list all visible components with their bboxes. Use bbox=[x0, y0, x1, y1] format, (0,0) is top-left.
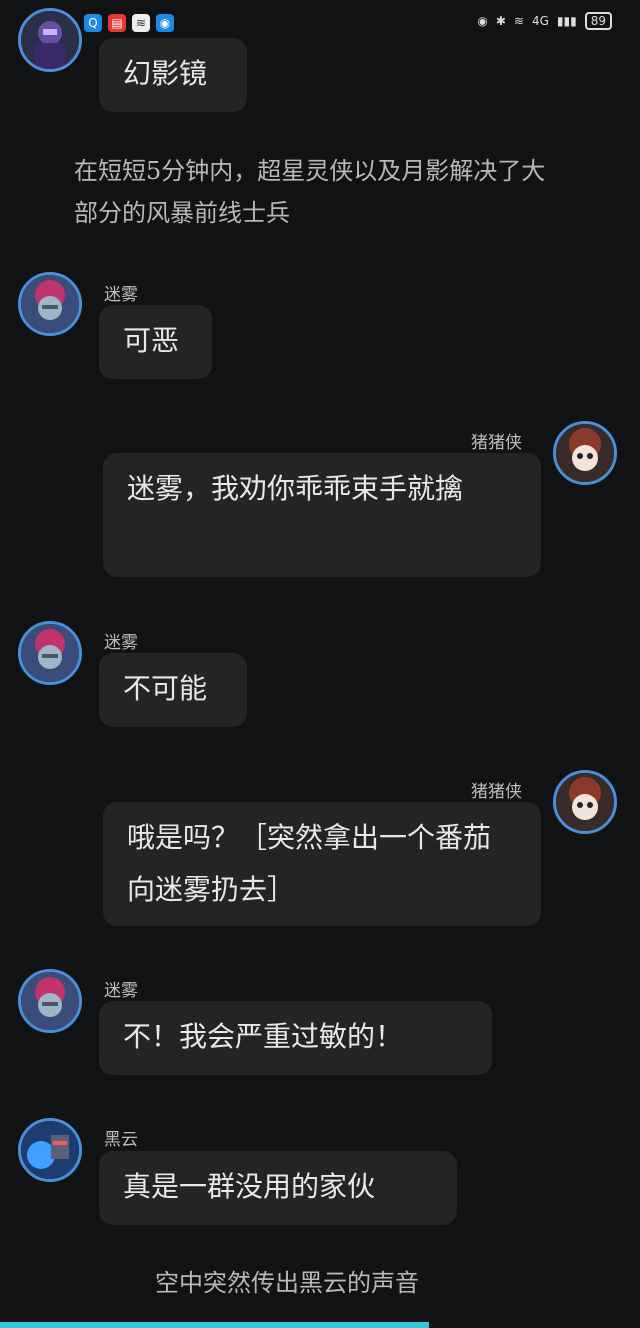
narration-text: 空中突然传出黑云的声音 bbox=[155, 1269, 419, 1297]
message-bubble: 幻影镜 bbox=[99, 38, 247, 112]
message-bubble: 迷雾，我劝你乖乖束手就擒 bbox=[103, 453, 541, 577]
avatar[interactable] bbox=[18, 8, 82, 72]
bulb-app-icon: ◉ bbox=[156, 14, 174, 32]
sender-name: 黑云 bbox=[104, 1130, 138, 1150]
message-bubble: 不可能 bbox=[99, 653, 247, 727]
avatar[interactable] bbox=[18, 969, 82, 1033]
avatar[interactable] bbox=[18, 621, 82, 685]
wifi-icon: ≋ bbox=[513, 14, 524, 28]
avatar[interactable] bbox=[553, 421, 617, 485]
bluetooth-icon: ✱ bbox=[495, 14, 506, 28]
network-type: 4G bbox=[531, 14, 549, 28]
avatar[interactable] bbox=[18, 272, 82, 336]
eye-icon: ◉ bbox=[477, 14, 488, 28]
search-app-icon: Q bbox=[84, 14, 102, 32]
audio-app-icon: ≋ bbox=[132, 14, 150, 32]
narration-text: 在短短5分钟内，超星灵侠以及月影解决了大部分的风暴前线士兵 bbox=[74, 157, 546, 227]
reader-app-icon: ▤ bbox=[108, 14, 126, 32]
sender-name: 迷雾 bbox=[104, 285, 138, 305]
battery-level: 89 bbox=[584, 12, 612, 30]
status-bar: Q ▤ ≋ ◉ ◉ ✱ ≋ 4G ▮▮▮ 89 bbox=[0, 0, 640, 44]
avatar[interactable] bbox=[553, 770, 617, 834]
reading-progress-bar bbox=[0, 1322, 429, 1328]
message-bubble: 可恶 bbox=[99, 305, 212, 379]
message-bubble: 真是一群没用的家伙 bbox=[99, 1151, 457, 1225]
signal-icon: ▮▮▮ bbox=[556, 14, 577, 28]
notification-icons: Q ▤ ≋ ◉ bbox=[84, 14, 174, 32]
message-bubble: 不！我会严重过敏的！ bbox=[99, 1001, 492, 1075]
sender-name: 迷雾 bbox=[104, 633, 138, 653]
avatar[interactable] bbox=[18, 1118, 82, 1182]
sender-name: 猪猪侠 bbox=[471, 433, 522, 453]
sender-name: 猪猪侠 bbox=[471, 782, 522, 802]
sender-name: 迷雾 bbox=[104, 981, 138, 1001]
system-status: ◉ ✱ ≋ 4G ▮▮▮ 89 bbox=[477, 12, 612, 30]
message-bubble: 哦是吗？［突然拿出一个番茄向迷雾扔去］ bbox=[103, 802, 541, 926]
